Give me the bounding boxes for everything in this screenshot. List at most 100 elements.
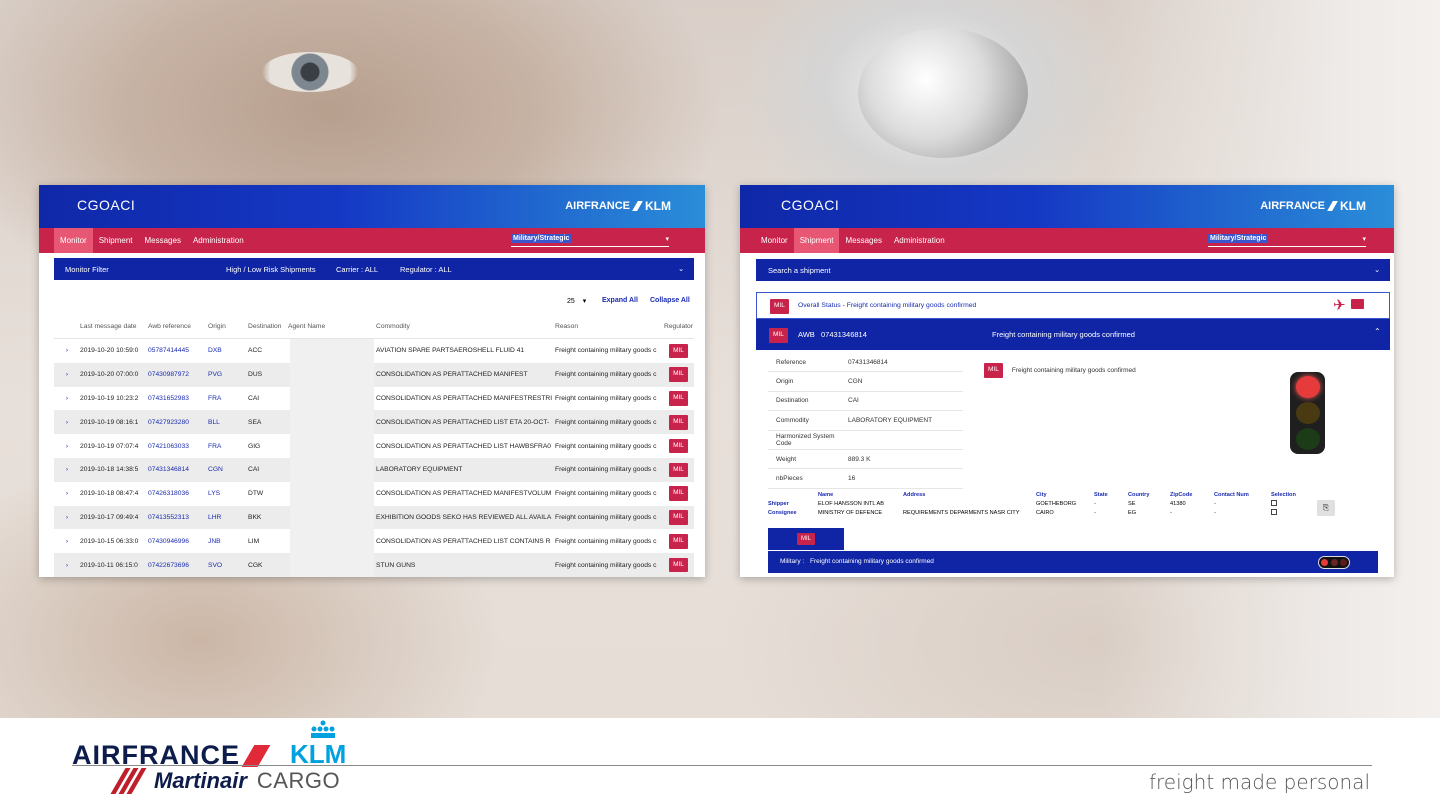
column-header: City <box>1036 491 1047 498</box>
table-row[interactable]: › 2019-10-20 07:00:0 07430987972 PVG DUS CONS… <box>54 362 694 387</box>
nav-shipment[interactable]: Shipment <box>93 228 139 253</box>
cell-awb-link[interactable]: 05787414445 <box>148 347 208 354</box>
column-header[interactable]: Awb reference <box>148 323 208 330</box>
main-nav: Monitor Shipment Messages Administration… <box>39 228 705 253</box>
traffic-light-icon <box>1290 372 1325 454</box>
expand-row-icon[interactable]: › <box>54 395 80 402</box>
cell-reason: Freight containing military goods c <box>555 513 657 521</box>
cell-destination: ACC <box>248 347 263 355</box>
mil-tab[interactable]: MIL <box>768 528 844 550</box>
column-header[interactable]: Origin <box>208 323 248 330</box>
table-row[interactable]: › 2019-10-19 08:16:1 07427923280 BLL SEA CONS… <box>54 410 694 435</box>
expand-row-icon[interactable]: › <box>54 443 80 450</box>
cell-awb-link[interactable]: 07430946996 <box>148 538 208 545</box>
airfrance-wordmark: AIRFRANCE <box>1260 200 1325 212</box>
cell-origin-link[interactable]: FRA <box>208 443 248 450</box>
cell-origin-link[interactable]: DXB <box>208 347 248 354</box>
expand-row-icon[interactable]: › <box>54 538 80 545</box>
cell-awb-link[interactable]: 07430987972 <box>148 371 208 378</box>
mil-badge[interactable]: MIL <box>669 557 688 573</box>
nav-messages[interactable]: Messages <box>138 228 186 253</box>
mil-badge[interactable]: MIL <box>669 391 688 406</box>
collapse-all-link[interactable]: Collapse All <box>650 297 690 304</box>
cell-regulator: MIL <box>663 557 694 573</box>
cell-date: 2019-10-11 06:15:0 <box>80 561 138 569</box>
airplane-icon: ✈ <box>1333 297 1346 314</box>
expand-row-icon[interactable]: › <box>54 562 80 569</box>
copy-icon[interactable]: ⎘ <box>1317 500 1335 516</box>
cell-awb-link[interactable]: 07422673696 <box>148 562 208 569</box>
cell-origin-link[interactable]: PVG <box>208 371 248 378</box>
table-row[interactable]: › 2019-10-11 06:15:0 07422673696 SVO CGK STUN… <box>54 553 694 577</box>
mil-badge: MIL <box>984 363 1003 378</box>
cell-awb-link[interactable]: 07426318036 <box>148 490 208 497</box>
nav-messages[interactable]: Messages <box>839 228 887 253</box>
cell-awb-link[interactable]: 07427923280 <box>148 419 208 426</box>
airfrance-wordmark: AIRFRANCE <box>72 740 240 770</box>
cell-awb-link[interactable]: 07413552313 <box>148 514 208 521</box>
category-select[interactable]: Military/Strategic ▾ <box>511 233 669 247</box>
table-row[interactable]: › 2019-10-18 14:38:5 07431346814 CGN CAI LABO… <box>54 457 694 482</box>
nav-monitor[interactable]: Monitor <box>755 228 794 253</box>
page-size-select[interactable]: 25 ▾ <box>567 297 586 305</box>
mil-badge[interactable]: MIL <box>669 462 688 478</box>
nav-shipment[interactable]: Shipment <box>793 228 840 253</box>
expand-row-icon[interactable]: › <box>54 514 80 521</box>
awb-number: 07431346814 <box>821 330 867 339</box>
table-row[interactable]: › 2019-10-19 10:23:2 07431652983 FRA CAI CONS… <box>54 386 694 411</box>
search-shipment-bar[interactable]: Search a shipment ⌄ <box>756 259 1390 281</box>
category-select[interactable]: Military/Strategic ▾ <box>1208 233 1366 247</box>
expand-row-icon[interactable]: › <box>54 347 80 354</box>
column-header[interactable]: Reason <box>555 323 663 330</box>
mil-badge[interactable]: MIL <box>669 415 688 430</box>
cell-destination: CGK <box>248 561 263 569</box>
cell-origin-link[interactable]: BLL <box>208 419 248 426</box>
mil-badge[interactable]: MIL <box>669 343 688 359</box>
column-header[interactable]: Commodity <box>376 323 555 330</box>
column-header: ZipCode <box>1170 491 1193 498</box>
martinair-cargo-logo: Martinair CARGO <box>110 768 340 794</box>
awb-header-bar[interactable]: MIL AWB 07431346814 Freight containing m… <box>756 319 1390 350</box>
expand-row-icon[interactable]: › <box>54 371 80 378</box>
cell-regulator: MIL <box>663 510 694 525</box>
selection-checkbox[interactable] <box>1271 508 1277 515</box>
table-row[interactable]: › 2019-10-19 07:07:4 07421063033 FRA GIG CONS… <box>54 434 694 458</box>
table-row[interactable]: › 2019-10-15 06:33:0 07430946996 JNB LIM CONS… <box>54 529 694 554</box>
mail-icon[interactable] <box>1351 299 1364 309</box>
table-row[interactable]: › 2019-10-18 08:47:4 07426318036 LYS DTW CONS… <box>54 481 694 506</box>
detail-value: 889.3 K <box>848 455 871 463</box>
selection-checkbox[interactable] <box>1271 499 1277 506</box>
cell-awb-link[interactable]: 07431652983 <box>148 395 208 402</box>
cell-awb-link[interactable]: 07421063033 <box>148 443 208 450</box>
cell-awb-link[interactable]: 07431346814 <box>148 466 208 473</box>
table-row[interactable]: › 2019-10-20 10:59:0 05787414445 DXB ACC AVIA… <box>54 339 694 363</box>
column-header[interactable]: Destination <box>248 323 288 330</box>
airfrance-logo: AIRFRANCE <box>72 740 271 771</box>
mil-badge[interactable]: MIL <box>669 510 688 525</box>
nav-monitor[interactable]: Monitor <box>54 228 93 253</box>
mil-badge[interactable]: MIL <box>669 486 688 501</box>
cell-origin-link[interactable]: LHR <box>208 514 248 521</box>
search-shipment-label: Search a shipment <box>768 266 831 275</box>
cell-origin-link[interactable]: FRA <box>208 395 248 402</box>
nav-administration[interactable]: Administration <box>888 228 951 253</box>
cell-date: 2019-10-19 07:07:4 <box>80 442 139 450</box>
mil-badge[interactable]: MIL <box>669 534 688 549</box>
cell-origin-link[interactable]: JNB <box>208 538 248 545</box>
expand-all-link[interactable]: Expand All <box>602 297 638 304</box>
expand-row-icon[interactable]: › <box>54 466 80 473</box>
column-header[interactable]: Agent Name <box>288 315 376 338</box>
mil-badge[interactable]: MIL <box>669 438 688 454</box>
cell-origin-link[interactable]: CGN <box>208 466 248 473</box>
expand-row-icon[interactable]: › <box>54 419 80 426</box>
nav-administration[interactable]: Administration <box>187 228 250 253</box>
column-header[interactable]: Regulator <box>663 323 694 330</box>
monitor-filter-bar[interactable]: Monitor Filter High / Low Risk Shipments… <box>54 258 694 280</box>
table-row[interactable]: › 2019-10-17 09:49:4 07413552313 LHR BKK EXHI… <box>54 505 694 530</box>
martinair-stripes-icon <box>110 768 150 794</box>
column-header[interactable]: Last message date <box>80 323 148 330</box>
mil-badge[interactable]: MIL <box>669 367 688 382</box>
expand-row-icon[interactable]: › <box>54 490 80 497</box>
cell-origin-link[interactable]: SVO <box>208 562 248 569</box>
cell-origin-link[interactable]: LYS <box>208 490 248 497</box>
